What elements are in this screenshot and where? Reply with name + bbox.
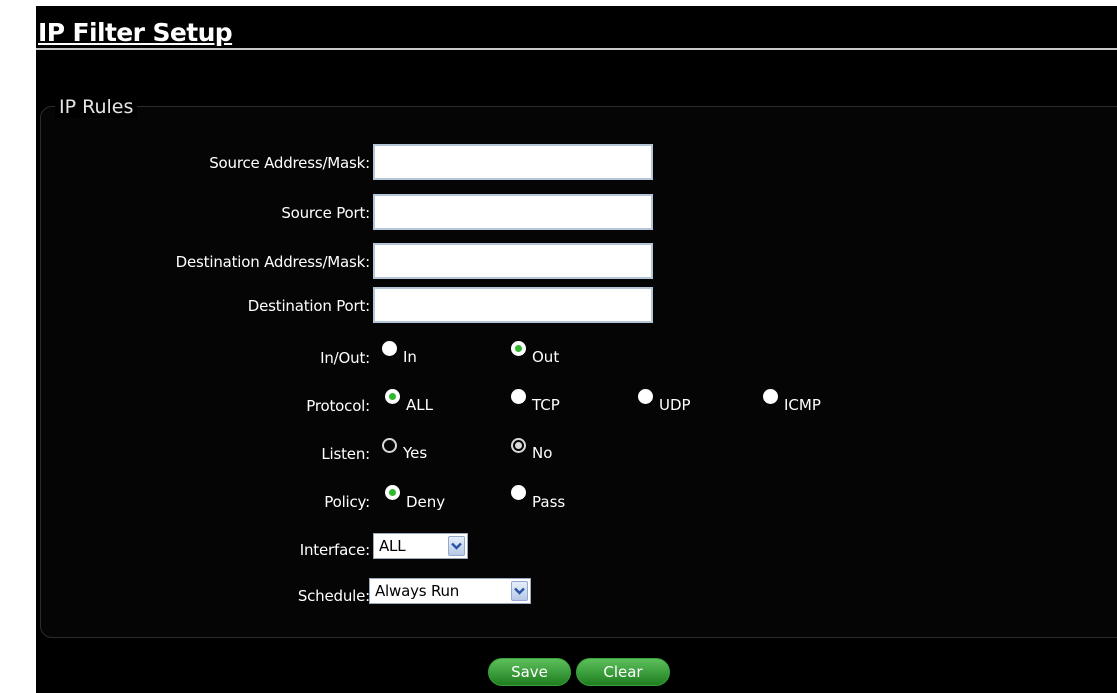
chevron-down-icon[interactable]: [448, 536, 465, 556]
interface-select[interactable]: ALL: [373, 533, 468, 559]
policy-pass-radio[interactable]: [511, 485, 526, 500]
source-port-label: Source Port:: [281, 204, 370, 222]
protocol-all-label[interactable]: ALL: [406, 395, 433, 415]
protocol-icmp-label[interactable]: ICMP: [784, 395, 821, 415]
destination-address-label: Destination Address/Mask:: [175, 253, 371, 271]
source-address-label: Source Address/Mask:: [209, 154, 370, 172]
listen-no-label[interactable]: No: [532, 443, 552, 463]
listen-label: Listen:: [321, 445, 370, 463]
clear-button[interactable]: Clear: [576, 658, 670, 686]
policy-pass-label[interactable]: Pass: [532, 492, 565, 512]
destination-port-input[interactable]: [373, 287, 653, 323]
title-divider: [36, 48, 1117, 50]
source-address-input[interactable]: [373, 144, 653, 180]
chevron-down-icon[interactable]: [511, 581, 528, 601]
protocol-icmp-radio[interactable]: [763, 389, 778, 404]
protocol-tcp-label[interactable]: TCP: [532, 395, 560, 415]
source-port-input[interactable]: [373, 194, 653, 230]
fieldset-legend: IP Rules: [55, 96, 138, 118]
listen-yes-radio[interactable]: [382, 438, 397, 453]
protocol-udp-label[interactable]: UDP: [659, 395, 691, 415]
policy-label: Policy:: [324, 493, 370, 511]
in-option-label[interactable]: In: [403, 347, 417, 367]
protocol-tcp-radio[interactable]: [511, 389, 526, 404]
app-screen: IP Filter Setup IP Rules Source Address/…: [36, 6, 1117, 693]
protocol-udp-radio[interactable]: [638, 389, 653, 404]
schedule-select-value: Always Run: [375, 582, 460, 600]
save-button[interactable]: Save: [488, 658, 571, 686]
out-option-label[interactable]: Out: [532, 347, 559, 367]
listen-yes-label[interactable]: Yes: [403, 443, 427, 463]
interface-label: Interface:: [299, 541, 370, 559]
schedule-select[interactable]: Always Run: [369, 578, 531, 604]
interface-select-value: ALL: [379, 537, 406, 555]
protocol-all-radio[interactable]: [385, 389, 400, 404]
out-radio[interactable]: [511, 341, 526, 356]
policy-deny-label[interactable]: Deny: [406, 492, 445, 512]
policy-deny-radio[interactable]: [385, 485, 400, 500]
listen-no-radio[interactable]: [511, 438, 526, 453]
page-title: IP Filter Setup: [38, 18, 233, 47]
in-out-label: In/Out:: [320, 349, 370, 367]
protocol-label: Protocol:: [306, 397, 370, 415]
schedule-label: Schedule:: [297, 587, 370, 605]
destination-address-input[interactable]: [373, 243, 653, 279]
destination-port-label: Destination Port:: [247, 297, 370, 315]
in-radio[interactable]: [382, 341, 397, 356]
